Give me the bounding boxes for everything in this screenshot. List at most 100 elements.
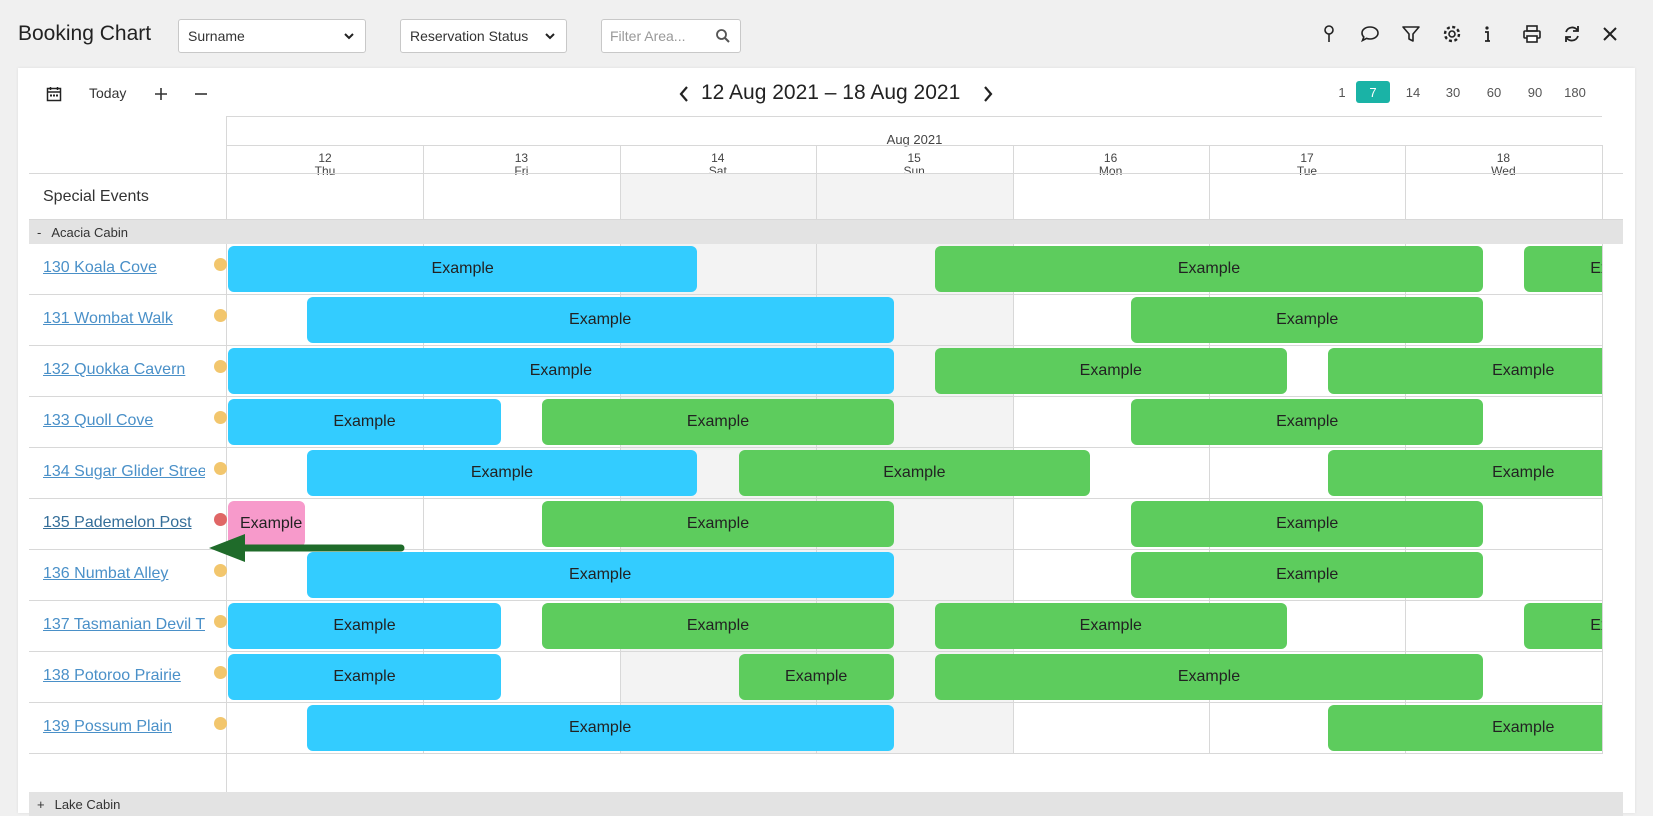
day-of-week: Fri [514, 164, 529, 178]
sort-select-value: Surname [188, 28, 245, 44]
today-button[interactable]: Today [89, 85, 126, 101]
date-range-label: 12 Aug 2021 – 18 Aug 2021 [701, 81, 961, 104]
room-link[interactable]: 136 Numbat Alley [43, 565, 205, 583]
booking-bar[interactable]: Example [228, 603, 501, 649]
bookings-area: Example Example Example Example Example Examp… [227, 244, 1602, 792]
zoom-option-30[interactable]: 30 [1436, 81, 1470, 103]
reservation-status-select[interactable]: Reservation Status [400, 19, 567, 53]
chevron-right-icon[interactable] [976, 82, 1000, 106]
booking-bar[interactable]: Example [1327, 705, 1602, 751]
booking-bar[interactable]: Example [542, 399, 894, 445]
booking-grid: Aug 2021 12 Thu 13 Fri 14 Sat 15 Sun 16 Mon 17 Tue 1… [29, 116, 1623, 816]
booking-bar[interactable]: Example [306, 705, 894, 751]
booking-bar[interactable]: Example [228, 399, 501, 445]
booking-bar[interactable]: Example [1131, 399, 1483, 445]
booking-bar[interactable]: Example [542, 501, 894, 547]
map-pin-icon[interactable] [1317, 22, 1341, 46]
booking-bar[interactable]: Example [1327, 348, 1602, 394]
booking-bar[interactable]: Example [228, 654, 501, 700]
room-status-dot [214, 462, 227, 475]
booking-chart-panel: Today 12 Aug 2021 – 18 Aug 2021 1 7 14 30 60… [18, 68, 1635, 816]
group-header-lake-cabin[interactable]: + Lake Cabin [29, 792, 1623, 816]
room-link[interactable]: 131 Wombat Walk [43, 310, 205, 328]
group-toggle[interactable]: - [37, 225, 41, 240]
group-toggle[interactable]: + [37, 797, 45, 812]
grid-line [423, 145, 424, 220]
weekend-shading [816, 174, 1013, 220]
booking-bar[interactable]: Example [935, 603, 1287, 649]
search-icon [716, 29, 730, 43]
status-select-value: Reservation Status [410, 28, 529, 44]
booking-bar[interactable]: Example [228, 348, 894, 394]
room-link[interactable]: 138 Potoroo Prairie [43, 667, 205, 685]
room-link[interactable]: 139 Possum Plain [43, 718, 205, 736]
filter-area-input[interactable]: Filter Area... [601, 19, 741, 53]
sort-select[interactable]: Surname [178, 19, 366, 53]
gear-icon[interactable] [1440, 22, 1464, 46]
day-of-week: Tue [1296, 164, 1318, 178]
room-status-dot [214, 666, 227, 679]
zoom-option-14[interactable]: 14 [1396, 81, 1430, 103]
room-link[interactable]: 134 Sugar Glider Street [43, 463, 205, 481]
print-icon[interactable] [1520, 22, 1544, 46]
zoom-option-180[interactable]: 180 [1559, 81, 1591, 103]
booking-bar[interactable]: Example [1131, 501, 1483, 547]
page-title: Booking Chart [18, 22, 152, 45]
room-status-dot [214, 717, 227, 730]
group-label: Acacia Cabin [51, 224, 128, 240]
plus-icon[interactable] [149, 82, 173, 106]
grid-line [1209, 145, 1210, 220]
close-icon[interactable] [1598, 22, 1622, 46]
refresh-icon[interactable] [1560, 22, 1584, 46]
day-header: 18 Wed [1405, 152, 1601, 178]
minus-icon[interactable] [189, 82, 213, 106]
grid-line [1405, 145, 1406, 220]
booking-bar[interactable]: Example [542, 603, 894, 649]
zoom-option-1[interactable]: 1 [1325, 81, 1359, 103]
filter-area-placeholder: Filter Area... [610, 28, 686, 44]
grid-line [29, 173, 1623, 174]
group-header-acacia-cabin[interactable]: - Acacia Cabin [29, 220, 1623, 244]
room-link[interactable]: 133 Quoll Cove [43, 412, 205, 430]
info-icon[interactable] [1475, 22, 1499, 46]
booking-bar[interactable]: Example [1524, 246, 1602, 292]
day-of-week: Mon [1098, 164, 1123, 178]
special-events-label: Special Events [43, 188, 149, 205]
booking-bar[interactable]: Example [1131, 297, 1483, 343]
booking-bar[interactable]: Example [935, 654, 1483, 700]
booking-bar[interactable]: Example [1327, 450, 1602, 496]
zoom-option-60[interactable]: 60 [1477, 81, 1511, 103]
booking-bar[interactable]: Example [1524, 603, 1602, 649]
grid-line [816, 145, 817, 220]
day-header: 17 Tue [1209, 152, 1405, 178]
booking-bar[interactable]: Example [1131, 552, 1483, 598]
room-link[interactable]: 137 Tasmanian Devil Track [43, 616, 205, 634]
day-of-week: Wed [1491, 164, 1516, 178]
zoom-option-7[interactable]: 7 [1356, 81, 1390, 103]
calendar-icon[interactable] [42, 82, 66, 106]
room-status-dot [214, 360, 227, 373]
grid-line [227, 116, 1602, 117]
chevron-down-icon [344, 33, 354, 40]
booking-bar[interactable]: Example [935, 246, 1483, 292]
comment-icon[interactable] [1358, 22, 1382, 46]
grid-line [1013, 145, 1014, 220]
annotation-arrow [209, 534, 405, 562]
grid-line [227, 145, 1602, 146]
booking-bar[interactable]: Example [306, 297, 894, 343]
room-status-dot [214, 411, 227, 424]
day-of-week: Thu [314, 164, 336, 178]
day-header: 16 Mon [1013, 152, 1209, 178]
grid-line [1602, 244, 1603, 754]
chevron-left-icon[interactable] [672, 82, 696, 106]
room-link[interactable]: 130 Koala Cove [43, 259, 205, 277]
booking-bar[interactable]: Example [935, 348, 1287, 394]
booking-bar[interactable]: Example [306, 450, 698, 496]
zoom-option-90[interactable]: 90 [1518, 81, 1552, 103]
booking-bar[interactable]: Example [738, 450, 1091, 496]
filter-icon[interactable] [1399, 22, 1423, 46]
booking-bar[interactable]: Example [738, 654, 894, 700]
booking-bar[interactable]: Example [228, 246, 698, 292]
room-link[interactable]: 132 Quokka Cavern [43, 361, 205, 379]
room-link[interactable]: 135 Pademelon Post [43, 514, 205, 532]
